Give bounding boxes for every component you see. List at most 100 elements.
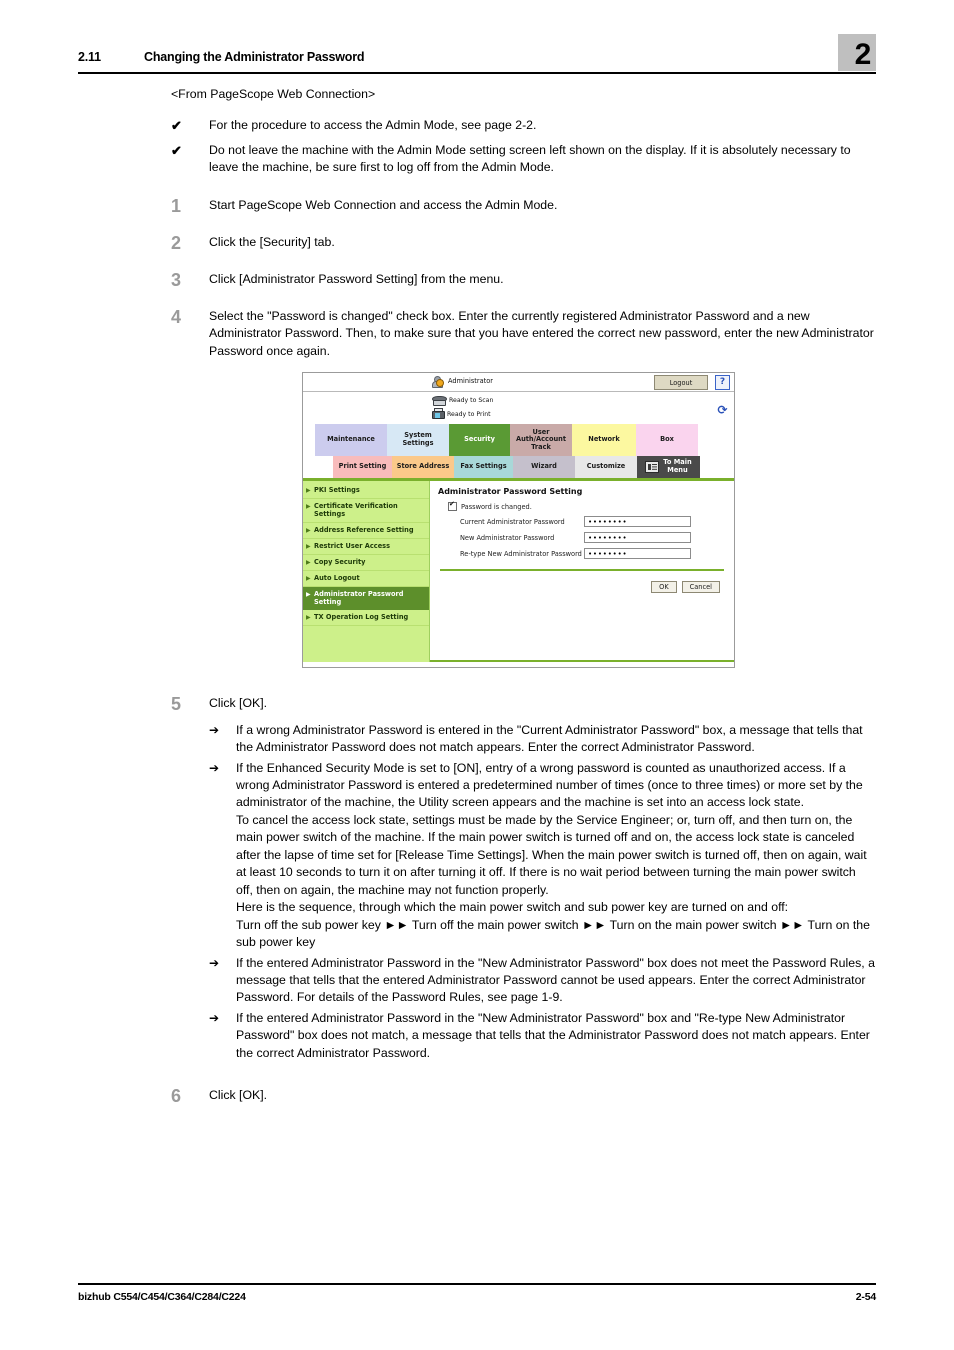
chevron-right-icon: ▶ (306, 542, 311, 550)
sidebar-item-auto-logout[interactable]: ▶ Auto Logout (303, 571, 429, 587)
ok-button[interactable]: OK (651, 581, 677, 594)
note-item: ✔ Do not leave the machine with the Admi… (171, 142, 876, 177)
note-item: ✔ For the procedure to access the Admin … (171, 117, 876, 135)
user-label: Administrator (448, 377, 493, 386)
sidebar-item-label: Auto Logout (314, 573, 360, 582)
bullet-text: If the entered Administrator Password in… (236, 1010, 870, 1060)
tab-security[interactable]: Security (449, 424, 510, 457)
tab-store-address[interactable]: Store Address (392, 456, 454, 479)
tab-label: Security (464, 435, 495, 444)
sidebar-item-administrator-password-setting[interactable]: ▶ Administrator Password Setting (303, 586, 429, 611)
step-3: 3 Click [Administrator Password Setting]… (171, 271, 876, 289)
note-text: For the procedure to access the Admin Mo… (209, 118, 537, 133)
tab-maintenance[interactable]: Maintenance (315, 424, 387, 457)
sidebar-item-tx-operation-log-setting[interactable]: ▶ TX Operation Log Setting (303, 610, 429, 627)
page-title: Changing the Administrator Password (144, 50, 365, 64)
chevron-right-icon: ▶ (306, 614, 311, 622)
step-6: 6 Click [OK]. (171, 1087, 876, 1105)
bullet-extra-para-2: Here is the sequence, through which the … (236, 900, 789, 915)
field-label: New Administrator Password (460, 533, 555, 542)
sidebar-item-copy-security[interactable]: ▶ Copy Security (303, 555, 429, 571)
tab-network[interactable]: Network (572, 424, 636, 457)
bullet-extra-para-1: To cancel the access lock state, setting… (236, 812, 867, 897)
tab-user-auth-account-track[interactable]: User Auth/Account Track (510, 424, 572, 457)
step-1: 1 Start PageScope Web Connection and acc… (171, 197, 876, 215)
security-sidebar: ▶ PKI Settings ▶ Certificate Verificatio… (303, 481, 430, 663)
refresh-icon[interactable]: ⟳ (716, 404, 729, 417)
tab-wizard[interactable]: Wizard (513, 456, 575, 479)
sidebar-item-certificate-verification-settings[interactable]: ▶ Certificate Verification Settings (303, 499, 429, 523)
field-label: Current Administrator Password (460, 517, 565, 526)
new-administrator-password-input[interactable]: •••••••• (584, 532, 691, 544)
step-5: 5 Click [OK]. ➔ If a wrong Administrator… (171, 695, 876, 1065)
secondary-tab-bar: Print Setting Store Address Fax Settings… (333, 456, 734, 479)
sidebar-item-restrict-user-access[interactable]: ▶ Restrict User Access (303, 539, 429, 555)
tab-label: Maintenance (327, 435, 375, 444)
retype-new-administrator-password-input[interactable]: •••••••• (584, 548, 691, 560)
password-is-changed-row[interactable]: Password is changed. (448, 501, 726, 512)
chapter-number-badge: 2 (838, 34, 876, 71)
tab-box[interactable]: Box (636, 424, 698, 457)
status-label: Ready to Print (447, 410, 491, 418)
bullet-text: If the entered Administrator Password in… (236, 955, 875, 1005)
tab-customize[interactable]: Customize (575, 456, 637, 479)
scanner-icon (432, 395, 447, 407)
step-2: 2 Click the [Security] tab. (171, 234, 876, 252)
field-retype-new-administrator-password: Re-type New Administrator Password •••••… (460, 548, 726, 560)
password-is-changed-checkbox[interactable] (448, 501, 457, 512)
tab-label: Print Setting (338, 462, 387, 471)
bullet-item: ➔ If a wrong Administrator Password is e… (209, 722, 876, 757)
password-is-changed-label: Password is changed. (461, 502, 532, 511)
sidebar-item-label: Restrict User Access (314, 541, 391, 550)
tab-to-main-menu[interactable]: To Main Menu (637, 456, 700, 479)
status-ready-to-scan: Ready to Scan (432, 395, 493, 407)
device-status-area: Ready to Scan Ready to Print ⟳ (303, 392, 734, 424)
tab-label: To Main Menu (663, 458, 692, 475)
status-ready-to-print: Ready to Print (432, 408, 491, 420)
chevron-right-icon: ▶ (306, 558, 311, 566)
panel-divider (440, 569, 724, 572)
administrator-icon (432, 375, 444, 389)
tab-label: Box (660, 435, 674, 444)
bullet-item: ➔ If the Enhanced Security Mode is set t… (209, 760, 876, 952)
step-text: Click [OK]. (209, 696, 268, 711)
page-footer: bizhub C554/C454/C364/C284/C224 2-54 (78, 1283, 876, 1303)
chevron-right-icon: ▶ (306, 503, 311, 511)
step-number: 6 (171, 1086, 182, 1107)
step-number: 2 (171, 232, 182, 253)
tab-label: Wizard (531, 462, 557, 471)
arrow-right-icon: ➔ (209, 722, 220, 737)
main-menu-icon (645, 461, 660, 474)
step-number: 3 (171, 269, 182, 290)
tab-label: Network (588, 435, 620, 444)
logout-button[interactable]: Logout (654, 375, 708, 391)
step-number: 1 (171, 195, 182, 216)
footer-model: bizhub C554/C454/C364/C284/C224 (78, 1291, 246, 1304)
sidebar-item-address-reference-setting[interactable]: ▶ Address Reference Setting (303, 523, 429, 539)
sidebar-item-label: TX Operation Log Setting (314, 613, 409, 622)
tab-fax-settings[interactable]: Fax Settings (454, 456, 513, 479)
tab-system-settings[interactable]: System Settings (387, 424, 449, 457)
check-icon: ✔ (171, 142, 182, 158)
current-administrator-password-input[interactable]: •••••••• (584, 516, 691, 528)
administrator-password-panel: Administrator Password Setting Password … (430, 481, 734, 663)
chevron-right-icon: ▶ (306, 526, 311, 534)
bullet-text-main: If the Enhanced Security Mode is set to … (236, 760, 863, 810)
step-number: 4 (171, 306, 182, 327)
screenshot-topbar: Administrator Logout ? (303, 373, 734, 393)
step-5-bullets: ➔ If a wrong Administrator Password is e… (209, 722, 876, 1063)
step-text: Click the [Security] tab. (209, 234, 335, 249)
tab-print-setting[interactable]: Print Setting (333, 456, 392, 479)
sidebar-item-label: PKI Settings (314, 486, 360, 495)
bullet-item: ➔ If the entered Administrator Password … (209, 955, 876, 1007)
panel-button-row: OK Cancel (438, 581, 726, 594)
cancel-button[interactable]: Cancel (681, 581, 720, 594)
page-content: <From PageScope Web Connection> ✔ For th… (171, 86, 876, 1124)
sidebar-item-pki-settings[interactable]: ▶ PKI Settings (303, 483, 429, 500)
primary-tab-bar: Maintenance System Settings Security User… (315, 424, 734, 457)
tab-label: Customize (586, 462, 626, 471)
help-icon[interactable]: ? (715, 375, 730, 391)
tab-label: Fax Settings (460, 462, 507, 471)
header-divider (78, 72, 876, 75)
step-text: Click [OK]. (209, 1088, 268, 1103)
